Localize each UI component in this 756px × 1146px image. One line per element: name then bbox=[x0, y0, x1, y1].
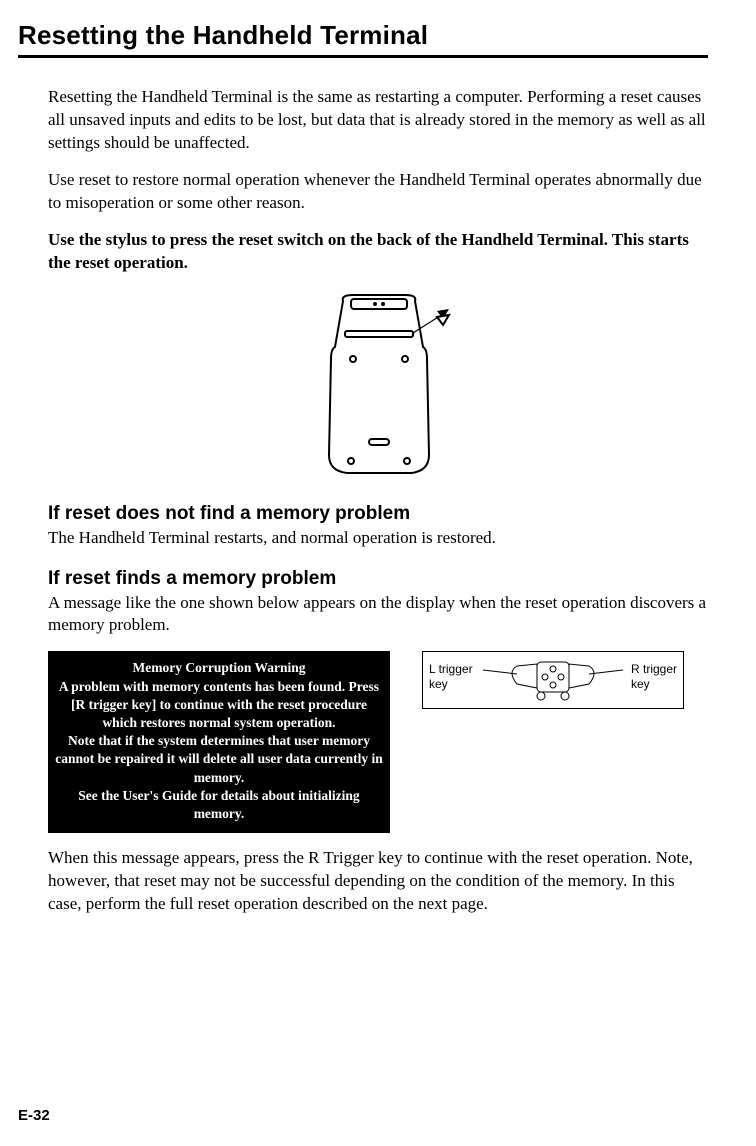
body-no-memory-problem: The Handheld Terminal restarts, and norm… bbox=[48, 527, 708, 550]
warning-line-3: See the User's Guide for details about i… bbox=[54, 787, 384, 823]
l-trigger-label: L triggerkey bbox=[429, 662, 473, 691]
warning-line-2: Note that if the system determines that … bbox=[54, 732, 384, 787]
page-number: E-32 bbox=[18, 1107, 50, 1124]
body-memory-problem: A message like the one shown below appea… bbox=[48, 592, 708, 638]
handheld-terminal-illustration bbox=[293, 289, 463, 479]
closing-paragraph: When this message appears, press the R T… bbox=[48, 847, 708, 916]
trigger-buttons-icon bbox=[483, 658, 623, 702]
r-trigger-label: R triggerkey bbox=[631, 662, 677, 691]
warning-title: Memory Corruption Warning bbox=[54, 659, 384, 677]
instruction-paragraph: Use the stylus to press the reset switch… bbox=[48, 229, 708, 275]
memory-warning-box: Memory Corruption Warning A problem with… bbox=[48, 651, 390, 833]
warning-line-1: A problem with memory contents has been … bbox=[54, 678, 384, 733]
subhead-memory-problem: If reset finds a memory problem bbox=[48, 568, 708, 590]
intro-paragraph-2: Use reset to restore normal operation wh… bbox=[48, 169, 708, 215]
trigger-key-diagram: L triggerkey R triggerkey bbox=[422, 651, 684, 709]
title-rule bbox=[18, 55, 708, 58]
intro-paragraph-1: Resetting the Handheld Terminal is the s… bbox=[48, 86, 708, 155]
page-title: Resetting the Handheld Terminal bbox=[18, 20, 708, 51]
subhead-no-memory-problem: If reset does not find a memory problem bbox=[48, 503, 708, 525]
